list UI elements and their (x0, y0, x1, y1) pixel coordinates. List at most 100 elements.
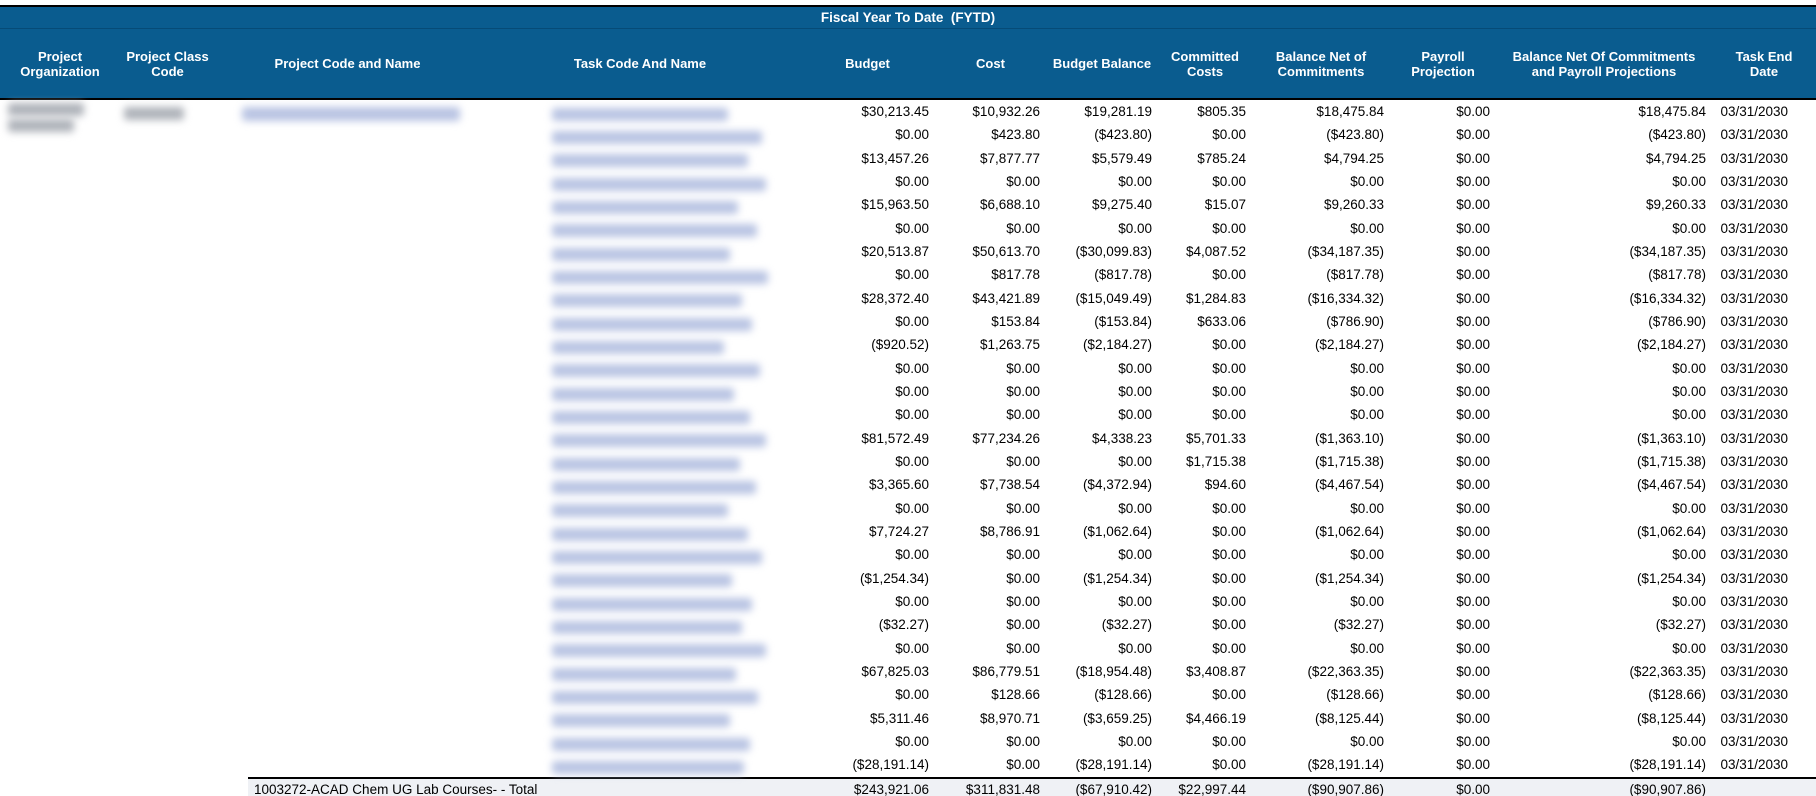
task-link-redacted[interactable] (552, 317, 752, 331)
cell-project-class-code (120, 613, 215, 636)
task-link-redacted[interactable] (552, 270, 768, 284)
cell-balance-net-of-commitments: ($16,334.32) (1307, 290, 1384, 306)
total-cost: $311,831.48 (935, 776, 1046, 796)
cell-balance-net-of-commitments-and-payroll: $0.00 (1672, 384, 1706, 400)
cell-project-organization (0, 193, 120, 216)
cell-project-code-and-name (215, 193, 480, 216)
col-header-cost: Cost (935, 28, 1046, 100)
cell-project-class-code (120, 427, 215, 450)
cell-balance-net-of-commitments-and-payroll: $0.00 (1672, 174, 1706, 190)
cell-task-code-and-name (480, 707, 800, 730)
cell-project-code-and-name (215, 99, 480, 123)
task-link-redacted[interactable] (552, 714, 730, 728)
cell-task-end-date: 03/31/2030 (1720, 220, 1789, 236)
banner-row: Fiscal Year To Date (FYTD) (0, 5, 1816, 29)
cell-cost: $6,688.10 (979, 197, 1040, 213)
cell-cost: $8,970.71 (979, 710, 1040, 726)
task-link-redacted[interactable] (552, 620, 742, 634)
cell-balance-net-of-commitments: ($817.78) (1326, 267, 1384, 283)
cell-balance-net-of-commitments-and-payroll: ($128.66) (1648, 687, 1706, 703)
table-row: $5,311.46 $8,970.71 ($3,659.25) $4,466.1… (0, 707, 1816, 730)
cell-balance-net-of-commitments-and-payroll: $0.00 (1672, 594, 1706, 610)
cell-project-class-code (120, 240, 215, 263)
table-row: $0.00 $817.78 ($817.78) $0.00 ($817.78) … (0, 263, 1816, 286)
cell-project-code-and-name (215, 613, 480, 636)
cell-task-end-date: 03/31/2030 (1720, 664, 1789, 680)
cell-task-code-and-name (480, 613, 800, 636)
cell-project-code-and-name (215, 427, 480, 450)
cell-committed-costs: $5,701.33 (1185, 430, 1246, 446)
cell-project-organization (0, 217, 120, 240)
table-row: ($32.27) $0.00 ($32.27) $0.00 ($32.27) $… (0, 613, 1816, 636)
task-link-redacted[interactable] (552, 760, 744, 774)
cell-balance-net-of-commitments: $0.00 (1350, 594, 1384, 610)
cell-task-end-date: 03/31/2030 (1720, 430, 1789, 446)
task-link-redacted[interactable] (552, 294, 742, 308)
cell-project-class-code (120, 450, 215, 473)
task-link-redacted[interactable] (552, 574, 732, 588)
cell-budget: $5,311.46 (869, 710, 929, 726)
task-link-redacted[interactable] (552, 690, 758, 704)
cell-budget: $81,572.49 (861, 430, 929, 446)
cell-balance-net-of-commitments-and-payroll: $0.00 (1672, 407, 1706, 423)
cell-payroll-projection: $0.00 (1456, 617, 1490, 633)
cell-committed-costs: $0.00 (1212, 570, 1246, 586)
table-row: $0.00 $0.00 $0.00 $0.00 $0.00 $0.00 $0.0… (0, 590, 1816, 613)
cell-project-code-and-name (215, 403, 480, 426)
task-link-redacted[interactable] (552, 200, 738, 214)
cell-project-class-code (120, 473, 215, 496)
cell-cost: $0.00 (1006, 500, 1040, 516)
task-link-redacted[interactable] (552, 527, 748, 541)
cell-payroll-projection: $0.00 (1456, 197, 1490, 213)
task-link-redacted[interactable] (552, 550, 762, 564)
cell-task-code-and-name (480, 730, 800, 753)
task-link-redacted[interactable] (552, 224, 757, 238)
fytd-banner: Fiscal Year To Date (FYTD) (0, 5, 1816, 29)
task-link-redacted[interactable] (552, 667, 736, 681)
cell-balance-net-of-commitments-and-payroll: $0.00 (1672, 547, 1706, 563)
cell-payroll-projection: $0.00 (1456, 360, 1490, 376)
cell-payroll-projection: $0.00 (1456, 267, 1490, 283)
cell-budget-balance: ($153.84) (1094, 314, 1152, 330)
cell-balance-net-of-commitments: ($423.80) (1326, 127, 1384, 143)
cell-task-end-date: 03/31/2030 (1720, 384, 1789, 400)
cell-project-class-code (120, 543, 215, 566)
cell-project-organization (0, 730, 120, 753)
cell-payroll-projection: $0.00 (1456, 430, 1490, 446)
cell-budget: $0.00 (895, 594, 929, 610)
cell-cost: $0.00 (1006, 547, 1040, 563)
task-link-redacted[interactable] (552, 364, 760, 378)
task-link-redacted[interactable] (552, 340, 724, 354)
task-link-redacted[interactable] (552, 434, 766, 448)
task-link-redacted[interactable] (552, 644, 766, 658)
total-row-label: 1003272-ACAD Chem UG Lab Courses- - Tota… (248, 776, 800, 796)
task-link-redacted[interactable] (552, 737, 750, 751)
cell-cost: $0.00 (1006, 454, 1040, 470)
task-link-redacted[interactable] (552, 387, 734, 401)
cell-balance-net-of-commitments: ($2,184.27) (1314, 337, 1384, 353)
task-link-redacted[interactable] (552, 177, 766, 191)
cell-committed-costs: $4,466.19 (1185, 710, 1246, 726)
task-link-redacted[interactable] (552, 247, 730, 261)
task-link-redacted[interactable] (552, 504, 728, 518)
task-link-redacted[interactable] (552, 410, 750, 424)
cell-task-end-date: 03/31/2030 (1720, 640, 1789, 656)
cell-committed-costs: $0.00 (1212, 687, 1246, 703)
table-row: $0.00 $0.00 $0.00 $0.00 $0.00 $0.00 $0.0… (0, 357, 1816, 380)
task-link-redacted[interactable] (552, 480, 756, 494)
task-link-redacted[interactable] (552, 457, 740, 471)
cell-budget: $0.00 (895, 687, 929, 703)
cell-payroll-projection: $0.00 (1456, 734, 1490, 750)
col-header-balance-net-of-commitments-and-payroll-projections: Balance Net Of Commitments and Payroll P… (1496, 28, 1712, 100)
cell-committed-costs: $0.00 (1212, 500, 1246, 516)
task-link-redacted[interactable] (552, 107, 728, 121)
task-link-redacted[interactable] (552, 130, 762, 144)
task-link-redacted[interactable] (552, 154, 748, 168)
cell-task-code-and-name (480, 147, 800, 170)
project-link-redacted[interactable] (242, 106, 460, 121)
table-row: $81,572.49 $77,234.26 $4,338.23 $5,701.3… (0, 427, 1816, 450)
cell-budget: $0.00 (895, 127, 929, 143)
cell-committed-costs: $1,715.38 (1185, 454, 1246, 470)
task-link-redacted[interactable] (552, 597, 752, 611)
cell-cost: $0.00 (1006, 570, 1040, 586)
